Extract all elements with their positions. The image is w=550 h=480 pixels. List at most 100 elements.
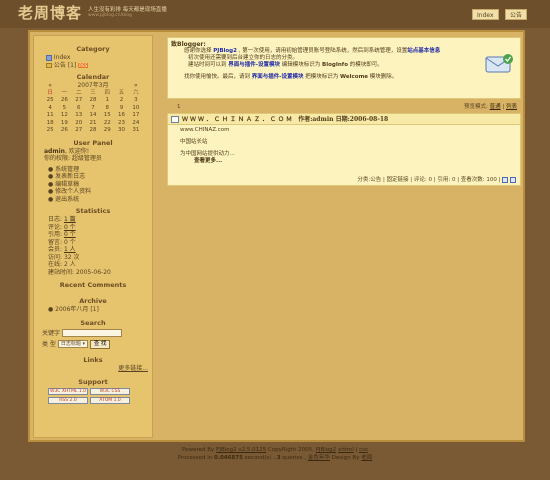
site-footer: Powered By PJBlog2 v2.5.0125 CopyRight 2… [0,446,550,462]
skin-link[interactable]: 金色年华 [308,455,330,461]
footer-text: Powered By [182,447,217,453]
footer-line-2: Processed in 0.046875 second(s) , 3 quer… [0,454,550,462]
user-role: 你的权限: 超级管理员 [44,155,102,162]
calendar-day: 5 [62,104,67,111]
calendar-next-month[interactable]: » [129,82,143,90]
view-list-link[interactable]: 列表 [506,104,517,110]
notice-link[interactable]: PJBlog2 [213,48,237,54]
calendar-day: 3 [134,97,138,103]
link-edit-draft[interactable]: ● 编辑草稿 [34,181,152,189]
rss-badge-icon[interactable]: RSS [78,63,89,68]
search-title: Search [80,318,106,327]
view-normal-link[interactable]: 普通 [490,104,501,110]
w3c-css-badge[interactable]: W3C CSS [90,388,130,395]
notice-link[interactable]: 站点基本信息 [407,48,440,54]
content-wrapper: Category Index 公告 [1] RSS Calendar « 200… [28,30,525,442]
calendar-caption: 2007年3月 [77,82,109,89]
notice-link[interactable]: 界面与插件-设置模块 [252,74,304,80]
site-slogan: 人生没有彩排 每天都是现场直播 [88,7,167,13]
sidebar: Category Index 公告 [1] RSS Calendar « 200… [33,35,153,438]
post-footer: 分类:公告 | 固定链接 | 评论: 0 | 引用: 0 | 查看次数: 100… [357,175,516,183]
w3c-xhtml-badge[interactable]: W3C XHTML 1.0 [48,388,88,395]
notice-tag: Welcome [340,74,369,80]
statistics-title: Statistics [75,207,111,215]
site-logo[interactable]: 老周博客 [18,2,82,23]
footer-line-1: Powered By PJBlog2 v2.5.0125 CopyRight 2… [182,447,368,453]
link-logout[interactable]: ● 退出系统 [34,196,152,204]
search-keyword-row: 关键字 [34,328,152,339]
author-link[interactable]: 老周 [361,455,372,461]
search-input[interactable] [61,329,122,337]
search-type-select[interactable]: 日志标题 ▾ [57,340,88,348]
more-links[interactable]: 更多链接... [34,365,152,373]
document-icon [171,116,179,123]
notice-text: 把模块标识为 [303,74,341,80]
footer-text: Design By [329,455,362,461]
category-item-notice[interactable]: 公告 [1] RSS [34,62,152,70]
notice-line-1: 感谢你选择 PJBlog2 , 第一次使用，请用初始管理员账号登陆系统，然后到系… [168,48,520,55]
post-title[interactable]: ＷＷＷ．ＣＨＩＮＡＺ．ＣＯＭ [182,116,294,123]
calendar-day: 27 [75,127,83,133]
calendar-day: 9 [119,104,124,111]
calendar-day: 8 [105,104,110,111]
footer-text: queries , [280,455,308,461]
notice-link[interactable]: 界面与插件-设置模块 [228,62,280,68]
calendar-title: Calendar [76,73,110,81]
select-value: 日志标题 [60,341,81,347]
notice-text: 感谢你选择 [184,48,214,54]
atom-badge[interactable]: ATOM 1.0 [90,397,130,404]
calendar-day: 25 [46,97,54,103]
stat-value[interactable]: 1 篇 [64,216,76,223]
css-link[interactable]: css [359,447,368,453]
support-badges: W3C XHTML 1.0 W3C CSS RSS 2.0 ATOM 1.0 [34,387,152,405]
type-label: 类 型 [42,340,56,348]
page-number[interactable]: 1 [177,102,181,112]
mail-icon [485,54,513,73]
post-line-2: 为中国网站提供动力... [180,151,235,157]
rss-badge[interactable]: RSS 2.0 [48,397,88,404]
calendar-day: 24 [132,119,140,126]
calendar-day: 28 [89,97,97,103]
notice-line-3: 建站时间可以到 界面与插件-设置模块 编辑模块标识为 BlogInfo 的模块即… [168,62,520,69]
stat-label: 评论: [48,223,63,231]
user-link-label: 编辑草稿 [55,180,80,188]
link-new-post[interactable]: ● 发表新日志 [34,173,152,181]
notice-line-4: 找你使用愉快。最后，请到 界面与插件-设置模块 把模块标识为 Welcome 模… [168,69,520,81]
stat-value: 2 [63,261,68,268]
delete-icon[interactable] [510,176,516,183]
edit-icon[interactable] [502,176,509,183]
calendar-prev-month[interactable]: « [43,82,57,90]
notice-line-2: 初次使用还需要到后台建立你的日志的分类。 [188,55,299,61]
link-edit-profile[interactable]: ● 修改个人资料 [34,188,152,196]
stat-value[interactable]: 1 人 [64,246,76,253]
calendar-day: 29 [103,127,111,133]
stat-row-since: 建站时间: 2005-06-20 [34,269,152,277]
site-url: www.pjblog.cn/blog [88,13,132,18]
xhtml-link[interactable]: xhtml [338,447,354,453]
category-item-index[interactable]: Index [34,54,152,62]
category-label: 公告 [1] [53,62,77,69]
post-footer-text[interactable]: 分类:公告 | 固定链接 | 评论: 0 | 引用: 0 | 查看次数: 100… [357,177,500,183]
link-system-admin[interactable]: ● 系统管理 [34,166,152,174]
support-title: Support [78,378,108,386]
notice-text: 编辑模块标识为 [280,62,323,68]
calendar-day: 16 [118,112,126,118]
nav-notice[interactable]: 公告 [505,9,528,20]
stat-value: 0 个 [63,238,76,246]
read-more-link[interactable]: 查看更多... [180,158,235,165]
calendar-day: 18 [46,119,54,126]
username: admin [44,147,65,155]
user-link-label: 修改个人资料 [55,188,92,195]
post-line-1: 中国站长站 [180,139,208,145]
calendar-day: 25 [46,127,54,133]
stat-value[interactable]: 0 个 [64,224,76,231]
powered-by-link[interactable]: PJBlog2 v2.5.0125 [216,447,266,453]
welcome-notice: 致Blogger: 感谢你选择 PJBlog2 , 第一次使用，请用初始管理员账… [167,37,521,99]
archive-item[interactable]: ● 2006年八月 [1] [34,306,152,314]
post-body: www.CHINAZ.com 中国站长站 为中国网站提供动力... 查看更多..… [180,127,235,165]
search-button[interactable]: 查 找 [89,339,111,349]
calendar-day: 11 [46,112,54,118]
pjblog-link[interactable]: PJBlog2 [316,447,337,453]
stat-value[interactable]: 0 个 [64,231,76,238]
nav-index[interactable]: Index [472,9,499,20]
